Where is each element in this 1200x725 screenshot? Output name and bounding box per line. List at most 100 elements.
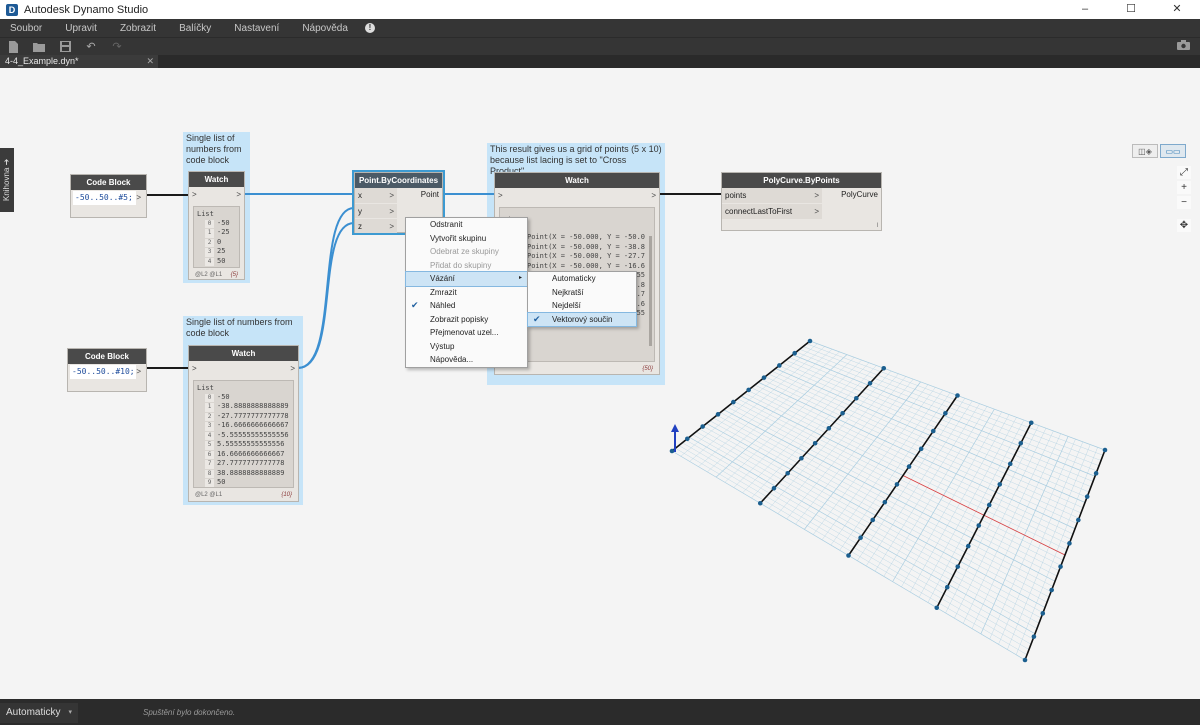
list-value: Point(X = -50.000, Y = -50.0 <box>527 233 646 241</box>
watch-node-1[interactable]: Watch > > List 0 -50 1 -25 2 0 3 25 4 50 @L2 @L1 … <box>188 171 245 280</box>
context-menu-item[interactable]: Zobrazit popisky <box>406 313 527 327</box>
list-value: -16.6666666666667 <box>217 421 289 429</box>
open-folder-icon[interactable] <box>26 38 52 56</box>
input-port[interactable]: > <box>495 191 506 200</box>
context-menu-item[interactable]: Zmrazit <box>406 286 527 300</box>
code-block-input[interactable]: -50..50..#5; <box>73 190 137 205</box>
redo-icon[interactable]: ↷ <box>104 38 130 56</box>
menu-bar: Soubor Upravit Zobrazit Balíčky Nastaven… <box>0 19 1200 37</box>
tab-workspace[interactable]: 4-4_Example.dyn* ✕ <box>0 55 158 68</box>
item-count: {5} <box>230 272 238 278</box>
code-block-node-2[interactable]: Code Block -50..50..#10; > <box>67 348 147 392</box>
run-mode-dropdown[interactable]: Automaticky ▾ <box>0 703 78 723</box>
input-port-z[interactable]: z <box>355 222 362 231</box>
output-port[interactable]: > <box>290 364 298 373</box>
workspace-canvas[interactable]: Knihovna ➔ ◫◈ ▭▭ ⤢ + − ✥ Single list of … <box>0 68 1200 699</box>
window-title-bar: D Autodesk Dynamo Studio – ☐ ✕ <box>0 0 1200 19</box>
menu-item-label: Vytvořit skupinu <box>430 233 487 243</box>
camera-icon[interactable] <box>1177 39 1190 53</box>
menu-edit[interactable]: Upravit <box>55 23 107 34</box>
lacing-option[interactable]: Automaticky <box>528 272 636 286</box>
undo-icon[interactable]: ↶ <box>78 38 104 56</box>
input-port[interactable]: > <box>189 364 200 373</box>
list-index: 4 <box>205 431 214 440</box>
menu-item-label: Automaticky <box>552 274 596 283</box>
menu-item-label: Vektorový součin <box>552 314 613 324</box>
code-block-node-1[interactable]: Code Block -50..50..#5; > <box>70 174 147 218</box>
menu-item-label: Nejkratší <box>552 287 584 297</box>
list-index: 1 <box>205 229 214 238</box>
list-value: -25 <box>217 228 230 236</box>
list-value: -50 <box>217 392 230 401</box>
menu-item-label: Přidat do skupiny <box>430 260 492 270</box>
menu-help[interactable]: Nápověda <box>292 23 358 34</box>
node-title: Watch <box>189 346 298 361</box>
tab-label: 4-4_Example.dyn* <box>5 56 79 66</box>
watch-items: 0 -50 1 -38.8888888888889 2 -27.7777777777778… <box>197 392 290 487</box>
list-index: 6 <box>205 450 214 459</box>
list-label: List <box>197 210 214 218</box>
list-item: 2 -27.7777777777778 <box>197 412 290 421</box>
node-title: Watch <box>189 172 244 187</box>
context-menu-item[interactable]: Nápověda... <box>406 353 527 367</box>
list-item: 3Point(X = -50.000, Y = -16.6 <box>507 261 651 271</box>
list-item: 1 -38.8888888888889 <box>197 402 290 412</box>
list-levels: @L2 @L1 <box>195 492 223 498</box>
save-icon[interactable] <box>52 38 78 56</box>
output-port-polycurve[interactable]: PolyCurve <box>822 188 881 219</box>
context-menu-item[interactable]: Vytvořit skupinu <box>406 232 527 246</box>
list-item: 5 5.55555555555556 <box>197 440 290 450</box>
window-title: Autodesk Dynamo Studio <box>24 3 149 16</box>
watch-scrollbar[interactable] <box>649 236 652 346</box>
list-value: 50 <box>217 256 226 265</box>
menu-view[interactable]: Zobrazit <box>110 23 166 34</box>
item-count: {50} <box>642 366 653 372</box>
menu-file[interactable]: Soubor <box>0 23 52 34</box>
list-value: Point(X = -50.000, Y = -38.8 <box>527 242 646 251</box>
lacing-submenu: Automaticky Nejkratší Nejdelší ✔ Vektorový s… <box>527 271 637 327</box>
input-port-points[interactable]: points <box>722 191 746 200</box>
new-file-icon[interactable] <box>0 38 26 56</box>
output-port[interactable]: > <box>236 190 244 199</box>
output-port[interactable]: > <box>136 367 144 376</box>
list-index: 5 <box>205 441 214 450</box>
notification-icon[interactable]: ! <box>364 23 375 33</box>
node-context-menu: Odstranit Vytvořit skupinu Odebrat ze skup… <box>405 217 528 368</box>
lacing-option[interactable]: Nejdelší <box>528 299 636 313</box>
context-menu-item[interactable]: Vázání ▸ <box>405 271 528 287</box>
input-port-y[interactable]: y <box>355 207 362 216</box>
node-title: Point.ByCoordinates <box>355 173 442 188</box>
input-port[interactable]: > <box>189 190 200 199</box>
menu-item-label: Nápověda... <box>430 355 474 364</box>
list-index: 2 <box>205 238 214 247</box>
context-menu-item[interactable]: ✔ Náhled <box>406 299 527 313</box>
run-status-message: Spuštění bylo dokončeno. <box>143 708 236 717</box>
menu-packages[interactable]: Balíčky <box>169 23 221 34</box>
output-port[interactable]: > <box>651 191 659 200</box>
menu-item-label: Výstup <box>430 341 455 351</box>
list-item: 8 38.8888888888889 <box>197 469 290 478</box>
context-menu-item[interactable]: Přejmenovat uzel... <box>406 326 527 340</box>
list-value: 27.7777777777778 <box>217 459 285 467</box>
menu-item-label: Odebrat ze skupiny <box>430 247 499 256</box>
output-port[interactable]: > <box>136 193 144 202</box>
lacing-option[interactable]: Nejkratší <box>528 286 636 300</box>
code-block-input[interactable]: -50..50..#10; <box>70 364 137 379</box>
polycurve-by-points-node[interactable]: PolyCurve.ByPoints points > connectLastTo… <box>721 172 882 231</box>
tab-close-icon[interactable]: ✕ <box>146 55 154 68</box>
close-window-button[interactable]: ✕ <box>1154 0 1200 19</box>
watch-node-2[interactable]: Watch > > List 0 -50 1 -38.8888888888889 2 -2… <box>188 345 299 502</box>
list-value: Point(X = -50.000, Y = -16.6 <box>527 261 646 270</box>
lacing-option[interactable]: ✔ Vektorový součin <box>527 311 637 327</box>
context-menu-item[interactable]: Výstup <box>406 340 527 354</box>
menu-item-label: Odstranit <box>430 220 463 229</box>
list-index: 3 <box>205 248 214 257</box>
node-title: Code Block <box>68 349 146 364</box>
context-menu-item[interactable]: Odstranit <box>406 218 527 232</box>
maximize-button[interactable]: ☐ <box>1108 0 1154 19</box>
minimize-button[interactable]: – <box>1062 0 1108 19</box>
tab-strip: 4-4_Example.dyn* ✕ <box>0 55 1200 68</box>
menu-settings[interactable]: Nastavení <box>224 23 289 34</box>
input-port-connect-last-to-first[interactable]: connectLastToFirst <box>722 207 792 216</box>
input-port-x[interactable]: x <box>355 191 362 200</box>
